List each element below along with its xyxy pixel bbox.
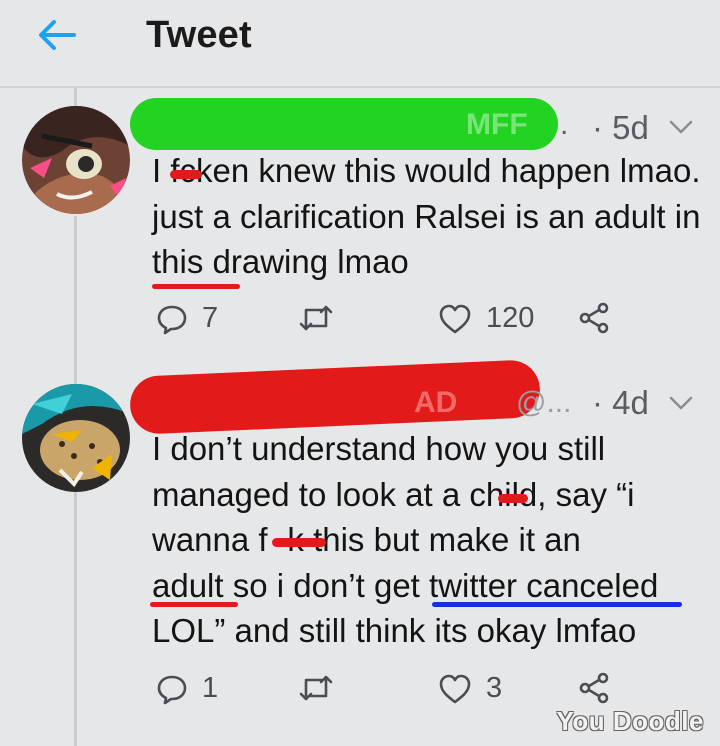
annotation-underline	[152, 284, 240, 289]
reply-icon	[157, 305, 187, 334]
reply-icon	[157, 675, 187, 704]
watermark: You Doodle	[556, 706, 704, 736]
chevron-down-icon[interactable]	[668, 118, 694, 136]
retweet-icon	[299, 675, 333, 701]
handle-suffix: @...	[516, 386, 572, 419]
like-icon	[439, 304, 471, 333]
tweet[interactable]: MFF . · 5d I fcken knew this would happe…	[0, 88, 720, 378]
censor-scribble	[170, 170, 202, 179]
arrow-left-icon[interactable]	[36, 18, 76, 52]
page-title: Tweet	[146, 14, 252, 56]
share-icon	[579, 672, 609, 704]
avatar[interactable]	[22, 384, 130, 492]
handle-fragment: AD	[414, 386, 458, 419]
reply-button[interactable]: 7	[156, 302, 218, 335]
like-icon	[439, 674, 471, 703]
retweet-icon	[299, 305, 333, 331]
retweet-button[interactable]	[298, 672, 334, 704]
like-button[interactable]: 3	[438, 672, 502, 705]
tweet-time: · 5d	[592, 109, 649, 146]
like-count: 3	[486, 672, 503, 704]
like-count: 120	[486, 302, 535, 334]
annotation-underline	[150, 602, 238, 607]
top-bar: Tweet	[0, 0, 720, 86]
share-button[interactable]	[578, 672, 610, 704]
chevron-down-icon[interactable]	[668, 394, 694, 412]
tweet-text: I fcken knew this would happen lmao. jus…	[152, 152, 701, 280]
retweet-button[interactable]	[298, 302, 334, 334]
like-button[interactable]: 120	[438, 302, 534, 335]
reply-count: 1	[202, 672, 219, 704]
handle-suffix: .	[560, 108, 569, 141]
tweet-time: · 4d	[592, 384, 649, 421]
censor-scribble	[498, 494, 528, 503]
username-redaction	[128, 359, 542, 435]
reply-button[interactable]: 1	[156, 672, 218, 705]
handle-fragment: MFF	[466, 108, 528, 141]
censor-scribble	[272, 538, 326, 547]
avatar[interactable]	[22, 106, 130, 214]
share-icon	[579, 302, 609, 334]
share-button[interactable]	[578, 302, 610, 334]
tweet[interactable]: AD @... · 4d I don’t understand how you …	[0, 359, 720, 746]
annotation-underline	[432, 602, 682, 607]
reply-count: 7	[202, 302, 219, 334]
tweet-text: I don’t understand how you still managed…	[152, 430, 659, 649]
